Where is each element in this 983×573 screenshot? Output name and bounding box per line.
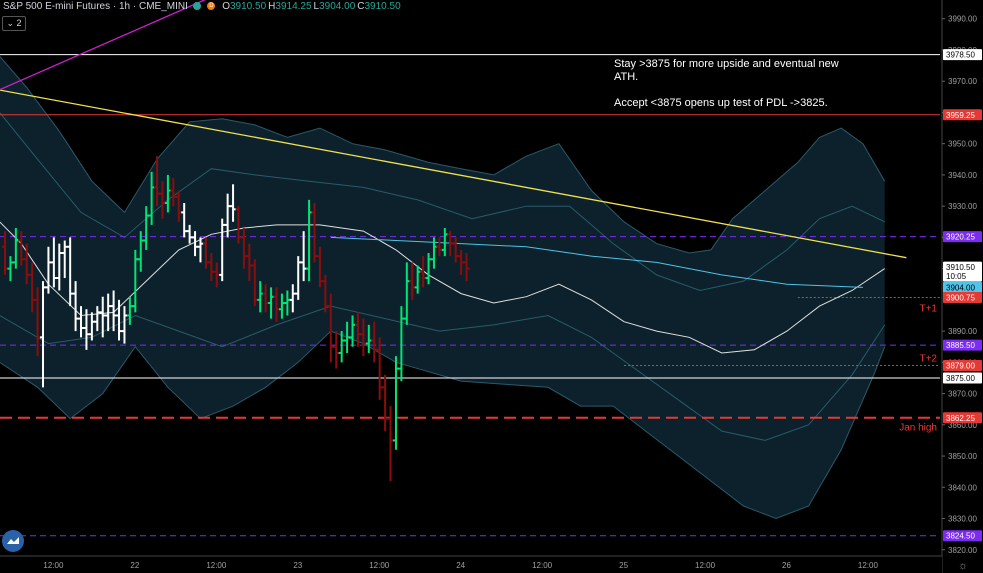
ohlc-value: 3910.50 [230,1,267,12]
y-tick-label: 3840.00 [948,483,977,492]
y-tick-label: 3950.00 [948,140,977,149]
symbol-title: S&P 500 E-mini Futures · 1h · CME_MINI [3,1,188,12]
price-label: 3885.50 [946,341,975,350]
y-tick-label: 3890.00 [948,327,977,336]
price-bar [392,356,399,450]
x-tick-label: 26 [782,561,791,570]
band-fill [0,56,885,519]
ohlc-values: O3910.50 H3914.25 L3904.00 C3910.50 [220,1,400,12]
ohlc-value: 3904.00 [319,1,356,12]
price-label: 3904.00 [946,283,975,292]
x-tick-label: 12:00 [369,561,390,570]
level-annotations: T+1 T+2 Jan high [899,304,937,434]
y-tick-label: 3990.00 [948,15,977,24]
x-tick-label: 12:00 [43,561,64,570]
price-axis[interactable]: 3820.003830.003840.003850.003860.003870.… [941,0,983,573]
price-label: 3824.50 [946,532,975,541]
annotation-label: Jan high [899,422,937,433]
x-tick-label: 12:00 [858,561,879,570]
price-label: 10:05 [946,272,967,281]
time-axis-bg [0,556,942,573]
x-tick-label: 12:00 [532,561,553,570]
price-bar [333,331,340,369]
y-tick-label: 3930.00 [948,202,977,211]
x-tick-label: 12:00 [206,561,227,570]
chart-settings-icon[interactable]: ☼ [958,560,968,572]
price-label: 3875.00 [946,374,975,383]
tradingview-logo-icon[interactable] [2,530,24,552]
y-tick-label: 3830.00 [948,515,977,524]
x-tick-label: 22 [130,561,139,570]
x-tick-label: 12:00 [695,561,716,570]
note-line-2: Accept <3875 opens up test of PDL ->3825… [614,97,828,109]
y-tick-label: 3940.00 [948,171,977,180]
price-label: 3862.25 [946,414,975,423]
annotation-label: T+1 [919,304,937,315]
symbol-legend[interactable]: S&P 500 E-mini Futures · 1h · CME_MINI D… [3,1,401,12]
x-tick-label: 23 [293,561,302,570]
price-label: 3978.50 [946,51,975,60]
bollinger-band [0,55,886,520]
market-status-icon [192,2,201,11]
ohlc-key: O [222,1,230,12]
ohlc-value: 3910.50 [364,1,401,12]
dividends-badge[interactable]: D [207,2,216,11]
y-tick-label: 3870.00 [948,390,977,399]
text-note[interactable]: Stay >3875 for more upside and eventual … [614,58,864,123]
x-tick-label: 25 [619,561,628,570]
ohlc-key: C [357,1,365,12]
y-tick-label: 3970.00 [948,77,977,86]
y-tick-label: 3820.00 [948,546,977,555]
price-label: 3879.00 [946,361,975,370]
price-bar [382,374,389,432]
price-label: 3920.25 [946,233,975,242]
price-label: 3900.75 [946,294,975,303]
y-tick-label: 3850.00 [948,452,977,461]
x-tick-label: 24 [456,561,465,570]
price-label: 3959.25 [946,111,975,120]
annotation-label: T+2 [919,354,937,365]
trendline-magenta [0,0,207,91]
ohlc-value: 3914.25 [275,1,312,12]
collapse-indicators-button[interactable]: ⌄ 2 [2,16,26,31]
note-line-1: Stay >3875 for more upside and eventual … [614,58,839,83]
time-axis[interactable]: 12:00 22 12:00 23 12:00 24 12:00 25 12:00 26 12:00 [0,555,942,573]
